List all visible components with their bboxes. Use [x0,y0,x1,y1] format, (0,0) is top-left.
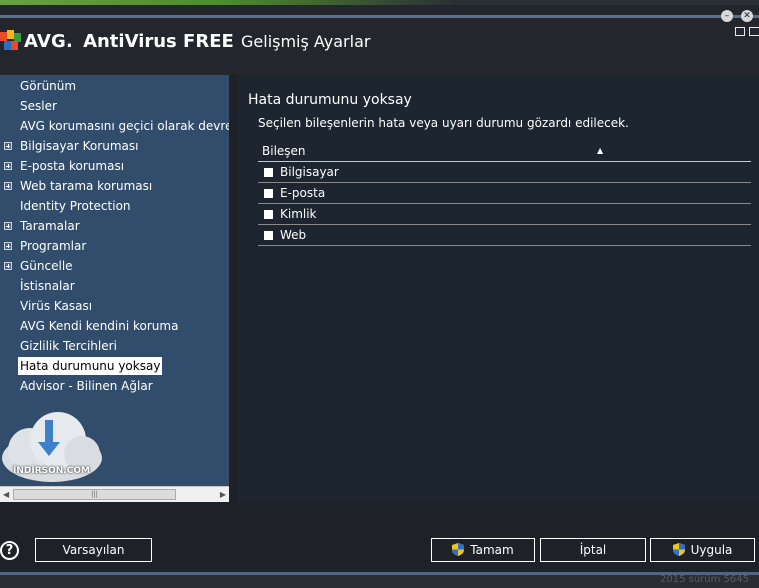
sidebar-item-label: Görünüm [20,79,77,93]
expand-icon[interactable] [4,222,12,230]
sidebar-item-label: Sesler [20,99,57,113]
row-label: Web [280,228,307,242]
row-label: Bilgisayar [280,165,339,179]
sidebar-item-update[interactable]: Güncelle [0,257,229,275]
section-title: Gelişmiş Ayarlar [241,32,371,51]
sidebar-item-label: Taramalar [20,219,80,233]
sidebar-item-label: Advisor - Bilinen Ağlar [20,379,153,393]
sidebar-item-label: Programlar [20,239,87,253]
maximize-icon[interactable] [749,27,759,36]
expand-icon[interactable] [4,182,12,190]
scroll-right-icon[interactable]: ▶ [220,490,226,499]
apply-button[interactable]: Uygula [650,538,755,562]
close-button[interactable]: ✕ [741,10,753,22]
sidebar-item-label: Bilgisayar Koruması [20,139,139,153]
checkbox[interactable] [264,168,273,177]
sidebar-item-schedules[interactable]: Programlar [0,237,229,255]
apply-button-label: Uygula [690,543,733,557]
checkbox[interactable] [264,231,273,240]
expand-icon[interactable] [4,262,12,270]
sidebar-item-label: Web tarama koruması [20,179,153,193]
sidebar-item-scans[interactable]: Taramalar [0,217,229,235]
ok-button[interactable]: Tamam [431,538,535,562]
checkbox[interactable] [264,210,273,219]
sidebar-item-label: İstisnalar [20,279,75,293]
expand-icon[interactable] [4,162,12,170]
expand-icon[interactable] [4,242,12,250]
sidebar-item-sounds[interactable]: Sesler [0,97,229,115]
scroll-left-icon[interactable]: ◀ [3,490,9,499]
table-row[interactable]: Bilgisayar [258,162,751,183]
sidebar-item-email-protection[interactable]: E-posta koruması [0,157,229,175]
title-bar: – ✕ AVG. AntiVirus FREE Gelişmiş Ayarlar [0,5,759,75]
sidebar-item-label: E-posta koruması [20,159,125,173]
bottom-button-bar: ? Varsayılan Tamam İptal Uygula [0,502,759,572]
expand-icon[interactable] [4,142,12,150]
window-controls: – ✕ [721,10,753,22]
help-icon[interactable]: ? [0,541,19,560]
defaults-button-label: Varsayılan [62,543,125,557]
component-table: Bileşen ▲ Bilgisayar E-posta Kimlik Web [258,141,751,246]
ok-button-label: Tamam [470,543,514,557]
table-row[interactable]: Kimlik [258,204,751,225]
uac-shield-icon [672,543,685,556]
scrollbar-thumb[interactable]: ||| [13,489,176,500]
sidebar-item-privacy-preferences[interactable]: Gizlilik Tercihleri [0,337,229,355]
avg-logo-icon [0,30,22,52]
sidebar-item-identity-protection[interactable]: Identity Protection [0,197,229,215]
sidebar-item-exceptions[interactable]: İstisnalar [0,277,229,295]
row-label: Kimlik [280,207,317,221]
sort-ascending-icon: ▲ [597,146,604,155]
sidebar-item-label: Virüs Kasası [20,299,93,313]
sidebar-item-virus-vault[interactable]: Virüs Kasası [0,297,229,315]
watermark-text: İNDİRSON.COM [13,466,90,476]
sidebar-item-label: Güncelle [20,259,73,273]
sidebar-item-label: Hata durumunu yoksay [18,357,163,375]
version-label: 2015 sürüm 5645 [660,574,749,585]
app-logo: AVG. AntiVirus FREE [0,29,234,53]
page-title: Hata durumunu yoksay [248,92,412,108]
footer: 2015 sürüm 5645 [0,572,759,588]
sidebar-item-disable-protection[interactable]: AVG korumasını geçici olarak devre dı [0,117,229,135]
table-row[interactable]: Web [258,225,751,246]
sidebar-item-computer-protection[interactable]: Bilgisayar Koruması [0,137,229,155]
table-row[interactable]: E-posta [258,183,751,204]
brand-name: AVG. [24,30,74,52]
sidebar-item-ignore-faulty-state[interactable]: Hata durumunu yoksay [0,357,229,375]
footer-accent-bar [0,572,759,575]
sidebar-item-label: Gizlilik Tercihleri [20,339,117,353]
sidebar-horizontal-scrollbar[interactable]: ◀ ||| ▶ [0,486,229,502]
sidebar-item-label: AVG Kendi kendini koruma [20,319,179,333]
sidebar-item-advisor-known-networks[interactable]: Advisor - Bilinen Ağlar [0,377,229,395]
row-label: E-posta [280,186,326,200]
main-panel: Hata durumunu yoksay Seçilen bileşenleri… [237,75,759,502]
title-bar-line [0,15,759,18]
sidebar-item-web-protection[interactable]: Web tarama koruması [0,177,229,195]
column-header-component[interactable]: Bileşen ▲ [258,141,751,162]
sidebar-item-label: AVG korumasını geçici olarak devre dı [20,119,229,133]
cancel-button-label: İptal [579,543,607,557]
uac-shield-icon [452,543,465,556]
checkbox[interactable] [264,189,273,198]
sidebar-item-self-protection[interactable]: AVG Kendi kendini koruma [0,317,229,335]
cancel-button[interactable]: İptal [540,538,646,562]
column-header-label: Bileşen [262,144,306,158]
page-description: Seçilen bileşenlerin hata veya uyarı dur… [258,116,629,130]
sidebar-item-appearance[interactable]: Görünüm [0,77,229,95]
sidebar-item-label: Identity Protection [20,199,131,213]
product-name: AntiVirus FREE [83,30,234,52]
defaults-button[interactable]: Varsayılan [35,538,152,562]
minimize-button[interactable]: – [721,10,733,22]
restore-icon[interactable] [735,27,745,36]
